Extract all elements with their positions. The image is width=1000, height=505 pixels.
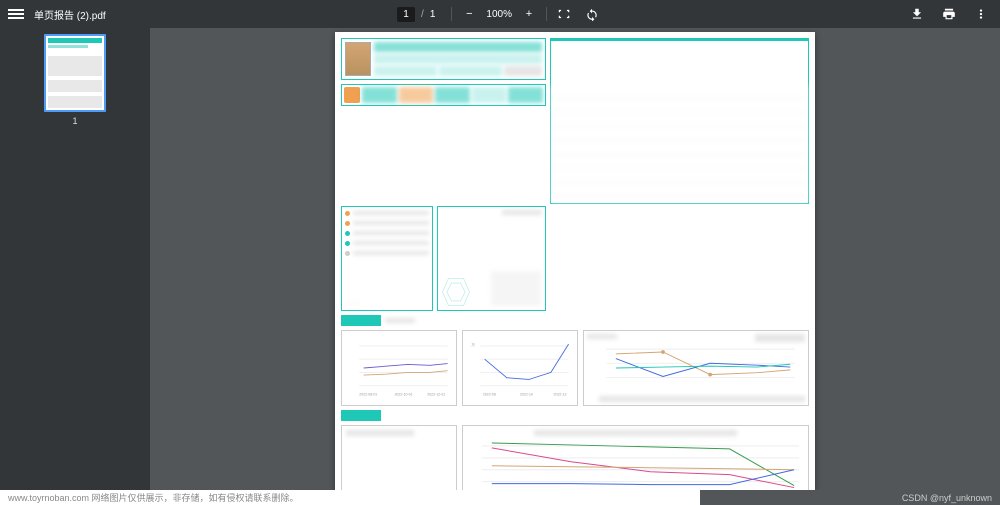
chart-4: 2022-062022-10 bbox=[462, 425, 809, 490]
pdf-toolbar: 单页报告 (2).pdf 1 / 1 − 100% + bbox=[0, 0, 1000, 28]
info-chip bbox=[374, 66, 437, 76]
pager: 1 / 1 − 100% + bbox=[397, 5, 603, 23]
menu-icon[interactable] bbox=[8, 6, 24, 22]
svg-text:万: 万 bbox=[471, 343, 475, 347]
rotate-button[interactable] bbox=[583, 5, 601, 23]
metrics-strip bbox=[341, 84, 546, 106]
watermark-right: CSDN @nyf_unknown bbox=[700, 490, 1000, 505]
detail-panel bbox=[437, 206, 546, 311]
note-text: ——— bbox=[345, 301, 429, 307]
info-chip bbox=[504, 66, 542, 76]
thumbnail-sidebar: 1 bbox=[0, 28, 150, 490]
page-total: 1 bbox=[430, 9, 436, 20]
hex-icon bbox=[441, 277, 471, 307]
chart-2: 万 2022-08 2022-10 2022-12 bbox=[462, 330, 578, 406]
pdf-page: 项目 数值 单位 2023-01-01 2023 年 bbox=[335, 32, 815, 490]
svg-text:2022-12-01: 2022-12-01 bbox=[427, 392, 445, 396]
sub-chart bbox=[491, 271, 541, 306]
info-bar bbox=[374, 42, 542, 52]
zoom-out-button[interactable]: − bbox=[460, 5, 478, 23]
download-button[interactable] bbox=[908, 5, 926, 23]
metric-box bbox=[508, 87, 543, 103]
metric-box bbox=[362, 87, 397, 103]
pdf-viewport[interactable]: 项目 数值 单位 2023-01-01 2023 年 bbox=[150, 28, 1000, 490]
more-menu-button[interactable] bbox=[972, 5, 990, 23]
section-header bbox=[341, 315, 809, 326]
chart-1: 2022-08-01 2022-10-01 2022-12-01 bbox=[341, 330, 457, 406]
side-panel bbox=[341, 425, 457, 490]
metric-box bbox=[472, 87, 507, 103]
metric-icon bbox=[344, 87, 360, 103]
page-separator: / bbox=[421, 9, 424, 20]
data-table-tall bbox=[550, 40, 809, 204]
svg-text:2022-10-01: 2022-10-01 bbox=[395, 392, 413, 396]
zoom-level: 100% bbox=[486, 9, 512, 20]
watermark-left: www.toyrnoban.com 网络图片仅供展示，非存储，如有侵权请联系删除… bbox=[0, 490, 700, 505]
zoom-in-button[interactable]: + bbox=[520, 5, 538, 23]
thumbnail-label: 1 bbox=[72, 116, 77, 126]
section-header bbox=[341, 410, 809, 421]
svg-text:2022-12: 2022-12 bbox=[554, 392, 567, 396]
metric-icon bbox=[399, 87, 434, 103]
profile-card bbox=[341, 38, 546, 80]
page-thumbnail-1[interactable] bbox=[44, 34, 106, 112]
chart-3 bbox=[583, 330, 809, 406]
fit-page-button[interactable] bbox=[555, 5, 573, 23]
legend-list: ——— bbox=[341, 206, 433, 311]
info-chip bbox=[439, 66, 502, 76]
metric-box bbox=[435, 87, 470, 103]
svg-text:2022-08: 2022-08 bbox=[483, 392, 496, 396]
info-bar bbox=[374, 54, 542, 64]
document-title: 单页报告 (2).pdf bbox=[34, 7, 106, 22]
page-current-input[interactable]: 1 bbox=[397, 7, 415, 22]
profile-photo bbox=[345, 42, 371, 76]
svg-text:2022-08-01: 2022-08-01 bbox=[359, 392, 377, 396]
svg-text:2022-10: 2022-10 bbox=[520, 392, 533, 396]
print-button[interactable] bbox=[940, 5, 958, 23]
